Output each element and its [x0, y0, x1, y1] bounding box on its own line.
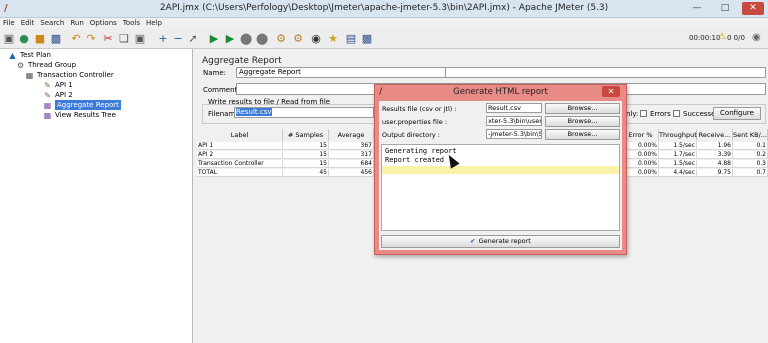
pencil-icon: ✎: [44, 90, 51, 100]
start-icon[interactable]: ▶: [208, 32, 220, 45]
gear-icon: ⚙: [16, 60, 25, 70]
errors-checkbox[interactable]: [640, 110, 647, 117]
col-throughput[interactable]: Throughput: [659, 129, 697, 141]
jmeter-window: / 2API.jmx (C:\Users\Perfology\Desktop\J…: [0, 0, 768, 343]
collapse-icon[interactable]: −: [172, 32, 184, 45]
filename-value: Result.csv: [236, 108, 272, 116]
tree-node-aggregate-report[interactable]: ▦ Aggregate Report: [43, 100, 121, 110]
generate-report-label: Generate report: [478, 237, 531, 245]
output-directory-field[interactable]: -jmeter-5.3\bin\Scripts\html: [486, 129, 542, 139]
pencil-icon: ✎: [44, 80, 51, 90]
clear-icon[interactable]: ⚙: [275, 32, 287, 45]
menu-options[interactable]: Options: [90, 18, 117, 29]
tree-node-test-plan[interactable]: ▲ Test Plan: [8, 50, 50, 60]
title-bar: / 2API.jmx (C:\Users\Perfology\Desktop\J…: [0, 0, 768, 18]
user-properties-label: user.properties file :: [382, 118, 448, 126]
open-icon[interactable]: ■: [34, 32, 46, 45]
cut-icon[interactable]: ✂: [102, 32, 114, 45]
tree-node-view-results-tree[interactable]: ▦ View Results Tree: [43, 110, 116, 120]
shutdown-icon[interactable]: ⬤: [256, 32, 268, 45]
tree-node-thread-group[interactable]: ⚙ Thread Group: [16, 60, 76, 70]
remote-icon[interactable]: ◉: [752, 32, 761, 43]
undo-icon[interactable]: ↶: [70, 32, 82, 45]
stop-icon[interactable]: ⬤: [240, 32, 252, 45]
expand-icon[interactable]: +: [157, 32, 169, 45]
toggle-icon[interactable]: ➚: [187, 32, 199, 45]
window-controls: — □ ✕: [686, 2, 764, 15]
results-file-label: Results file (csv or jtl) :: [382, 105, 457, 113]
clear-all-icon[interactable]: ⚙: [292, 32, 304, 45]
redo-icon[interactable]: ↷: [85, 32, 97, 45]
reset-search-icon[interactable]: ★: [327, 32, 339, 45]
templates-icon[interactable]: ●: [18, 32, 30, 45]
col-label[interactable]: Label: [197, 129, 283, 141]
col-received[interactable]: Receive...: [697, 129, 733, 141]
maximize-button[interactable]: □: [714, 2, 736, 15]
help-icon[interactable]: ▩: [361, 32, 373, 45]
menu-file[interactable]: File: [3, 18, 15, 29]
thread-counts: 0 0/0: [727, 34, 745, 42]
generate-html-report-dialog: / Generate HTML report ✕ Results file (c…: [374, 84, 627, 255]
close-window-button[interactable]: ✕: [742, 2, 764, 15]
properties-browse-button[interactable]: Browse...: [545, 116, 620, 127]
col-samples[interactable]: # Samples: [283, 129, 329, 141]
window-title: 2API.jmx (C:\Users\Perfology\Desktop\Jme…: [159, 3, 609, 13]
menu-tools[interactable]: Tools: [123, 18, 140, 29]
menu-edit[interactable]: Edit: [21, 18, 35, 29]
menu-search[interactable]: Search: [40, 18, 64, 29]
write-results-title: Write results to file / Read from file: [208, 98, 331, 106]
elapsed-timer: 00:00:10: [689, 34, 721, 42]
report-log: Generating report Report created !: [381, 144, 620, 231]
menu-run[interactable]: Run: [70, 18, 83, 29]
minimize-button[interactable]: —: [686, 2, 708, 15]
report-icon: ▦: [43, 100, 52, 110]
dialog-close-button[interactable]: ✕: [602, 86, 620, 97]
search-icon[interactable]: ◉: [310, 32, 322, 45]
panel-title: Aggregate Report: [202, 56, 282, 66]
output-directory-label: Output directory :: [382, 131, 440, 139]
checkmark-icon: ✔: [470, 237, 476, 245]
tree-node-transaction-controller[interactable]: ▦ Transaction Controller: [25, 70, 114, 80]
generate-report-button[interactable]: ✔ Generate report: [381, 235, 620, 248]
log-only-label: nly:: [626, 110, 639, 118]
log-line: Report created !: [385, 156, 453, 164]
menu-bar: File Edit Search Run Options Tools Help: [0, 18, 768, 29]
dialog-title: Generate HTML report: [453, 87, 548, 97]
menu-help[interactable]: Help: [146, 18, 162, 29]
toolbar: ▣ ● ■ ▩ ↶ ↷ ✂ ❏ ▣ + − ➚ ▶ ▶ ⬤ ⬤ ⚙ ⚙ ◉ ★ …: [0, 29, 768, 49]
start-no-pause-icon[interactable]: ▶: [224, 32, 236, 45]
dialog-body: Results file (csv or jtl) : Result.csv B…: [379, 101, 622, 250]
warning-icon[interactable]: ⚠: [718, 32, 726, 42]
name-field-extension: [446, 67, 766, 78]
tree-node-api-1[interactable]: ✎ API 1: [43, 80, 73, 90]
function-helper-icon[interactable]: ▤: [345, 32, 357, 45]
new-test-plan-icon[interactable]: ▣: [3, 32, 15, 45]
paste-icon[interactable]: ▣: [134, 32, 146, 45]
tree-node-api-2[interactable]: ✎ API 2: [43, 90, 73, 100]
filename-field[interactable]: Result.csv: [234, 107, 374, 118]
col-average[interactable]: Average: [329, 129, 374, 141]
log-highlight-line: [382, 166, 619, 174]
results-file-field[interactable]: Result.csv: [486, 103, 542, 113]
test-plan-tree: ▲ Test Plan ⚙ Thread Group ▦ Transaction…: [0, 49, 193, 343]
copy-icon[interactable]: ❏: [118, 32, 130, 45]
log-line: Generating report: [385, 147, 457, 155]
errors-label: Errors: [650, 110, 671, 118]
dialog-title-bar[interactable]: / Generate HTML report ✕: [375, 85, 626, 99]
save-icon[interactable]: ▩: [50, 32, 62, 45]
output-browse-button[interactable]: Browse...: [545, 129, 620, 140]
results-browse-button[interactable]: Browse...: [545, 103, 620, 114]
controller-icon: ▦: [25, 70, 34, 80]
name-label: Name:: [203, 69, 227, 77]
report-icon: ▦: [43, 110, 52, 120]
test-plan-icon: ▲: [9, 50, 16, 60]
configure-button[interactable]: Configure: [713, 107, 761, 120]
name-field[interactable]: Aggregate Report: [236, 67, 446, 78]
user-properties-field[interactable]: xter-5.3\bin\user.properties: [486, 116, 542, 126]
successes-checkbox[interactable]: [673, 110, 680, 117]
col-error[interactable]: Error %: [623, 129, 659, 141]
col-sent[interactable]: Sent KB/...: [733, 129, 768, 141]
